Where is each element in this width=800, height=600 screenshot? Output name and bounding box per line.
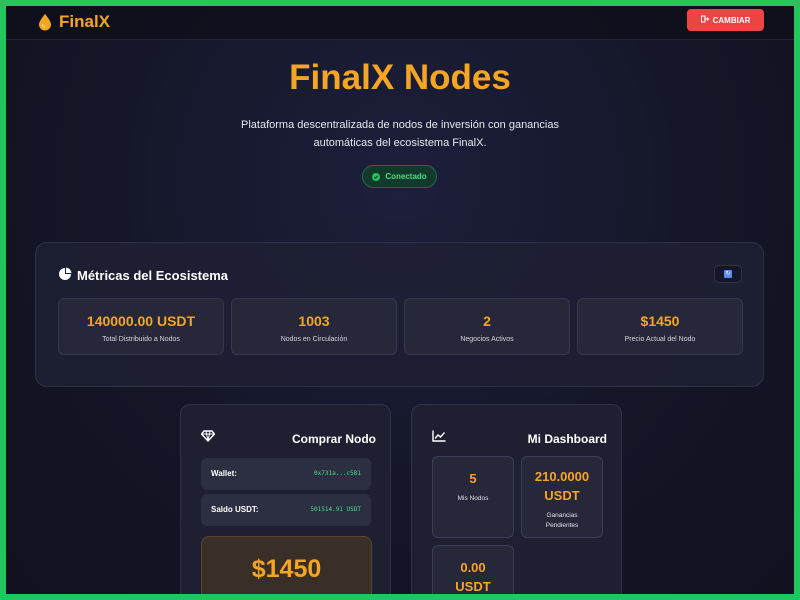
metric-label: Nodos en Circulación <box>280 336 348 343</box>
refresh-button[interactable]: ↻ <box>714 265 742 283</box>
metric-nodes-circulating: 1003 Nodos en Circulación <box>231 298 397 355</box>
refresh-icon: ↻ <box>724 270 732 278</box>
metric-label: Total Distribuido a Nodos <box>102 336 180 343</box>
ecosystem-metrics-card: Métricas del Ecosistema ↻ 140000.00 USDT… <box>35 242 764 387</box>
pending-earnings-card: 210.0000 USDT Ganancias Pendientes <box>521 456 603 538</box>
pending-earnings-label: Ganancias Pendientes <box>545 512 579 529</box>
change-wallet-label: CAMBIAR <box>712 15 751 25</box>
metric-value: 2 <box>483 313 491 329</box>
my-nodes-label: Mis Nodos <box>457 495 489 502</box>
metric-value: 1003 <box>298 313 330 329</box>
balance-row: Saldo USDT: 501514.91 USDT <box>201 494 371 526</box>
page-subtitle: Plataforma descentralizada de nodos de i… <box>241 119 559 149</box>
page-title: FinalX Nodes <box>289 58 511 97</box>
trend-chart-icon <box>432 429 446 447</box>
metric-node-price: $1450 Precio Actual del Nodo <box>577 298 743 355</box>
logout-icon <box>700 15 709 25</box>
buy-node-panel: Comprar Nodo Wallet: 0x731a...c5B1 Saldo… <box>180 404 391 594</box>
drop-logo-icon <box>38 13 52 31</box>
change-wallet-button[interactable]: CAMBIAR <box>687 9 764 31</box>
metric-value: 140000.00 USDT <box>86 313 196 329</box>
pending-earnings-value: 210.0000 USDT <box>534 469 590 503</box>
balance-label: Saldo USDT: <box>211 505 259 514</box>
brand-name: FinalX <box>59 12 111 31</box>
check-circle-icon <box>372 172 381 181</box>
wallet-row: Wallet: 0x731a...c5B1 <box>201 458 371 490</box>
metrics-title: Métricas del Ecosistema <box>77 268 229 283</box>
pie-chart-icon <box>58 267 72 284</box>
dashboard-title: Mi Dashboard <box>527 432 607 446</box>
earnings-claimed-card: 0.00 USDT <box>432 545 514 594</box>
metric-label: Negocios Activos <box>460 336 514 343</box>
connection-status-label: Conectado <box>385 172 427 181</box>
wallet-address[interactable]: 0x731a...c5B1 <box>314 470 361 477</box>
connection-status-badge: Conectado <box>362 165 437 188</box>
my-nodes-value: 5 <box>469 471 477 486</box>
my-dashboard-panel: Mi Dashboard 5 Mis Nodos 210.0000 USDT G… <box>411 404 622 594</box>
app-frame: FinalX CAMBIAR FinalX Nodes Plataforma d… <box>6 6 794 594</box>
node-price-box: $1450 <box>201 536 372 594</box>
metric-label: Precio Actual del Nodo <box>624 336 696 343</box>
metric-total-distributed: 140000.00 USDT Total Distribuido a Nodos <box>58 298 224 355</box>
my-nodes-card: 5 Mis Nodos <box>432 456 514 538</box>
metric-value: $1450 <box>640 313 680 329</box>
diamond-icon <box>200 429 216 447</box>
node-price: $1450 <box>251 555 322 583</box>
navbar: FinalX CAMBIAR <box>6 6 794 40</box>
balance-value: 501514.91 USDT <box>310 506 361 513</box>
brand[interactable]: FinalX <box>38 12 110 32</box>
metrics-header: Métricas del Ecosistema <box>58 267 228 284</box>
wallet-label: Wallet: <box>211 469 237 478</box>
earnings-claimed-value: 0.00 USDT <box>455 560 491 594</box>
metric-active-businesses: 2 Negocios Activos <box>404 298 570 355</box>
buy-node-title: Comprar Nodo <box>292 432 376 446</box>
